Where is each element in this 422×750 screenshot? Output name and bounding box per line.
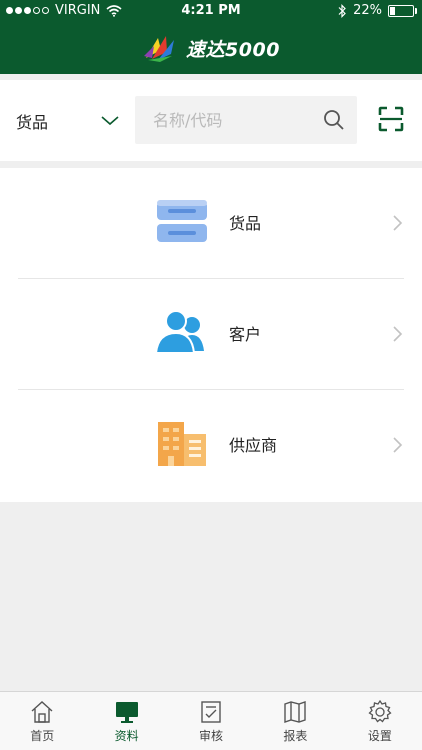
menu-item-label: 货品 bbox=[229, 214, 262, 233]
monitor-icon bbox=[115, 701, 138, 723]
chevron-down-icon bbox=[101, 116, 119, 126]
tab-label: 报表 bbox=[283, 728, 308, 743]
tab-review[interactable]: 审核 bbox=[169, 692, 253, 750]
chevron-right-icon bbox=[393, 215, 403, 231]
search-icon[interactable] bbox=[323, 109, 345, 131]
menu-item-goods[interactable]: 货品 bbox=[0, 168, 422, 278]
menu-item-supplier[interactable]: 供应商 bbox=[0, 390, 422, 500]
tab-label: 审核 bbox=[199, 728, 224, 743]
battery-level bbox=[390, 6, 395, 15]
menu-item-label: 供应商 bbox=[229, 436, 278, 455]
category-dropdown[interactable]: 货品 bbox=[16, 102, 120, 140]
tab-label: 设置 bbox=[367, 728, 392, 743]
chevron-right-icon bbox=[393, 437, 403, 453]
tab-home[interactable]: 首页 bbox=[0, 692, 84, 750]
search-input[interactable] bbox=[135, 109, 325, 131]
category-dropdown-label: 货品 bbox=[16, 113, 49, 132]
status-right: 22% bbox=[337, 3, 417, 18]
menu-item-label: 客户 bbox=[229, 325, 262, 344]
battery-percent: 22% bbox=[353, 3, 382, 18]
checklist-icon bbox=[201, 700, 221, 723]
app-header-area: VIRGIN 4:21 PM 22% 速达5000 bbox=[0, 0, 422, 74]
tab-settings[interactable]: 设置 bbox=[338, 692, 422, 750]
data-menu: 货品 客户 供应商 bbox=[0, 168, 422, 502]
tab-label: 资料 bbox=[114, 728, 139, 743]
map-icon bbox=[284, 700, 307, 723]
supplier-building-icon bbox=[158, 422, 206, 466]
tab-reports[interactable]: 报表 bbox=[253, 692, 337, 750]
tab-label: 首页 bbox=[30, 728, 55, 743]
bluetooth-icon bbox=[338, 3, 346, 18]
app-title-bar: 速达5000 bbox=[0, 22, 422, 74]
battery-icon bbox=[388, 4, 417, 17]
app-title: 速达5000 bbox=[186, 38, 280, 61]
status-bar: VIRGIN 4:21 PM 22% bbox=[0, 0, 422, 22]
gear-icon bbox=[368, 699, 392, 722]
goods-icon bbox=[157, 200, 207, 242]
logo-icon bbox=[144, 36, 175, 62]
scan-icon[interactable] bbox=[378, 106, 404, 132]
search-box bbox=[135, 96, 357, 144]
menu-item-customers[interactable]: 客户 bbox=[0, 279, 422, 389]
customers-icon bbox=[154, 310, 204, 354]
bottom-tab-bar: 首页 资料 审核 报表 设置 bbox=[0, 691, 422, 750]
tab-data[interactable]: 资料 bbox=[84, 692, 168, 750]
home-icon bbox=[31, 700, 53, 723]
chevron-right-icon bbox=[393, 326, 403, 342]
search-row: 货品 bbox=[0, 80, 422, 161]
